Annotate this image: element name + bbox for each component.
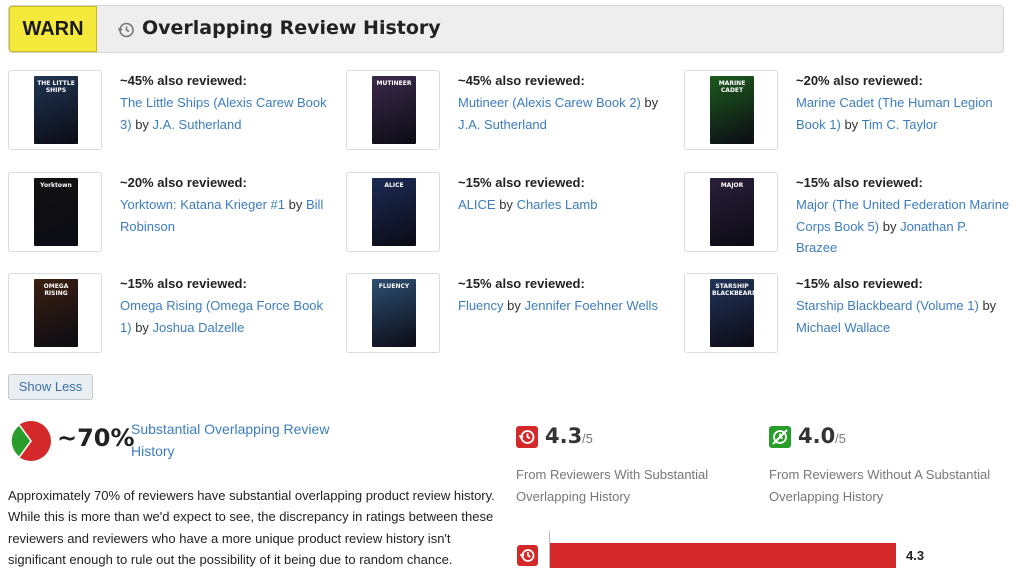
warn-badge: WARN xyxy=(9,6,97,52)
by-label: by xyxy=(507,298,521,313)
overlap-link[interactable]: Substantial Overlapping Review History xyxy=(131,418,346,462)
book-thumbnail[interactable]: OMEGA RISING xyxy=(8,273,102,353)
author-link[interactable]: Joshua Dalzelle xyxy=(153,320,245,335)
related-book-card: MUTINEER ~45% also reviewed: Mutineer (Ale… xyxy=(346,70,676,152)
related-book-card: OMEGA RISING ~15% also reviewed: Omega Ris… xyxy=(8,273,338,355)
show-less-button[interactable]: Show Less xyxy=(8,374,93,400)
book-thumbnail[interactable]: ALICE xyxy=(346,172,440,252)
overlap-percentage: ~70% xyxy=(57,424,135,452)
history-warning-icon xyxy=(517,545,538,566)
by-label: by xyxy=(982,298,997,313)
by-label: by xyxy=(844,116,859,132)
author-link[interactable]: Michael Wallace xyxy=(796,320,890,335)
by-label: by xyxy=(644,95,659,110)
book-cover-image: STARSHIP BLACKBEARD xyxy=(710,279,754,347)
no-history-icon xyxy=(769,426,791,448)
related-book-card: MARINE CADET ~20% also reviewed: Marine Ca… xyxy=(684,70,1014,152)
book-cover-title: THE LITTLE SHIPS xyxy=(37,80,75,94)
book-cover-image: MARINE CADET xyxy=(710,76,754,144)
book-cover-image: Yorktown xyxy=(34,178,78,246)
also-reviewed-percent: ~15% also reviewed: xyxy=(458,276,585,291)
book-thumbnail[interactable]: STARSHIP BLACKBEARD xyxy=(684,273,778,353)
by-label: by xyxy=(135,319,149,335)
book-cover-title: OMEGA RISING xyxy=(43,283,69,297)
related-book-card: STARSHIP BLACKBEARD ~15% also reviewed: St… xyxy=(684,273,1014,355)
also-reviewed-percent: ~45% also reviewed: xyxy=(458,73,585,88)
book-cover-image: MAJOR xyxy=(710,178,754,246)
rating-value: 4.3 xyxy=(545,424,583,448)
book-text: Omega Rising (Omega Force Book 1) by Jos… xyxy=(120,295,335,338)
book-title-link[interactable]: Yorktown: Katana Krieger #1 xyxy=(120,197,285,212)
rating-denominator: /5 xyxy=(835,431,846,446)
book-thumbnail[interactable]: FLUENCY xyxy=(346,273,440,353)
book-title-link[interactable]: Starship Blackbeard (Volume 1) xyxy=(796,298,979,313)
book-thumbnail[interactable]: MARINE CADET xyxy=(684,70,778,150)
history-icon xyxy=(117,22,134,38)
book-cover-title: STARSHIP BLACKBEARD xyxy=(712,283,754,297)
related-book-card: MAJOR ~15% also reviewed: Major (The Unite… xyxy=(684,172,1014,255)
also-reviewed-percent: ~20% also reviewed: xyxy=(120,175,247,190)
also-reviewed-percent: ~15% also reviewed: xyxy=(458,175,585,190)
rating-denominator: /5 xyxy=(582,431,593,446)
book-text: Fluency by Jennifer Foehner Wells xyxy=(458,295,673,317)
book-thumbnail[interactable]: MAJOR xyxy=(684,172,778,252)
book-text: ALICE by Charles Lamb xyxy=(458,194,673,216)
by-label: by xyxy=(288,197,303,212)
book-cover-title: ALICE xyxy=(384,182,404,189)
book-title-link[interactable]: ALICE xyxy=(458,197,496,212)
book-cover-image: ALICE xyxy=(372,178,416,246)
author-link[interactable]: Tim C. Taylor xyxy=(862,117,938,132)
book-title-link[interactable]: Fluency xyxy=(458,298,504,313)
book-cover-image: FLUENCY xyxy=(372,279,416,347)
report-header: WARN Overlapping Review History xyxy=(8,5,1004,53)
related-book-card: ALICE ~15% also reviewed: ALICE by Charles… xyxy=(346,172,676,254)
also-reviewed-percent: ~45% also reviewed: xyxy=(120,73,247,88)
book-cover-image: OMEGA RISING xyxy=(34,279,78,347)
by-label: by xyxy=(135,116,149,132)
book-text: Major (The United Federation Marine Corp… xyxy=(796,194,1011,259)
rating-description: From Reviewers With Substantial Overlapp… xyxy=(516,467,709,504)
book-text: The Little Ships (Alexis Carew Book 3) b… xyxy=(120,92,335,135)
author-link[interactable]: J.A. Sutherland xyxy=(153,117,242,132)
book-thumbnail[interactable]: Yorktown xyxy=(8,172,102,252)
book-text: Marine Cadet (The Human Legion Book 1) b… xyxy=(796,92,1011,135)
book-cover-title: FLUENCY xyxy=(378,283,410,290)
book-cover-title: MARINE CADET xyxy=(718,80,746,94)
overlap-pie-chart xyxy=(10,421,51,461)
book-cover-image: MUTINEER xyxy=(372,76,416,144)
book-title-link[interactable]: Mutineer (Alexis Carew Book 2) xyxy=(458,95,641,110)
author-link[interactable]: Charles Lamb xyxy=(517,197,598,212)
related-book-card: THE LITTLE SHIPS ~45% also reviewed: The L… xyxy=(8,70,338,152)
history-warning-icon xyxy=(516,426,538,448)
summary-paragraph: Approximately 70% of reviewers have subs… xyxy=(8,488,495,567)
related-book-card: Yorktown ~20% also reviewed: Yorktown: Kat… xyxy=(8,172,338,254)
book-thumbnail[interactable]: THE LITTLE SHIPS xyxy=(8,70,102,150)
related-book-card: FLUENCY ~15% also reviewed: Fluency by Jen… xyxy=(346,273,676,355)
rating-description: From Reviewers Without A Substantial Ove… xyxy=(769,467,991,504)
author-link[interactable]: J.A. Sutherland xyxy=(458,117,547,132)
book-cover-title: Yorktown xyxy=(40,182,72,189)
also-reviewed-percent: ~15% also reviewed: xyxy=(796,175,923,190)
book-cover-title: MAJOR xyxy=(720,182,744,189)
also-reviewed-percent: ~20% also reviewed: xyxy=(796,73,923,88)
bar-label: 4.3 xyxy=(906,548,925,563)
by-label: by xyxy=(882,218,897,234)
author-link[interactable]: Jennifer Foehner Wells xyxy=(525,298,658,313)
rating-bar xyxy=(550,543,896,568)
book-cover-title: MUTINEER xyxy=(376,80,412,87)
book-text: Starship Blackbeard (Volume 1) by Michae… xyxy=(796,295,1011,338)
book-thumbnail[interactable]: MUTINEER xyxy=(346,70,440,150)
also-reviewed-percent: ~15% also reviewed: xyxy=(796,276,923,291)
section-title: Overlapping Review History xyxy=(142,17,441,39)
also-reviewed-percent: ~15% also reviewed: xyxy=(120,276,247,291)
rating-value: 4.0 xyxy=(798,424,836,448)
book-text: Mutineer (Alexis Carew Book 2) by J.A. S… xyxy=(458,92,673,135)
by-label: by xyxy=(499,197,513,212)
book-cover-image: THE LITTLE SHIPS xyxy=(34,76,78,144)
book-text: Yorktown: Katana Krieger #1 by Bill Robi… xyxy=(120,194,335,237)
